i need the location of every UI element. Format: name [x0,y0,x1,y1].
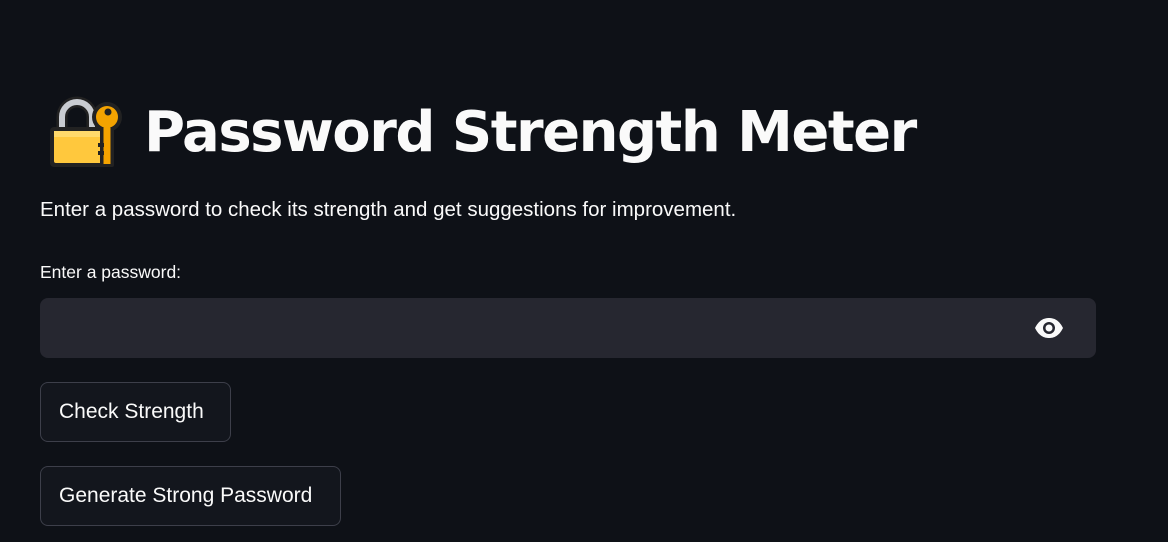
password-field-label: Enter a password: [40,262,182,282]
show-password-toggle[interactable] [1032,313,1066,343]
password-input-container [40,298,1096,358]
password-input[interactable] [56,298,1006,358]
check-strength-button[interactable]: Check Strength [40,382,231,442]
title-row: Password Strength Meter [46,92,917,172]
locked-with-key-icon [50,96,122,167]
page-description: Enter a password to check its strength a… [40,198,737,221]
eye-icon [1035,318,1063,338]
page-title: Password Strength Meter [144,99,917,165]
generate-password-button[interactable]: Generate Strong Password [40,466,341,526]
